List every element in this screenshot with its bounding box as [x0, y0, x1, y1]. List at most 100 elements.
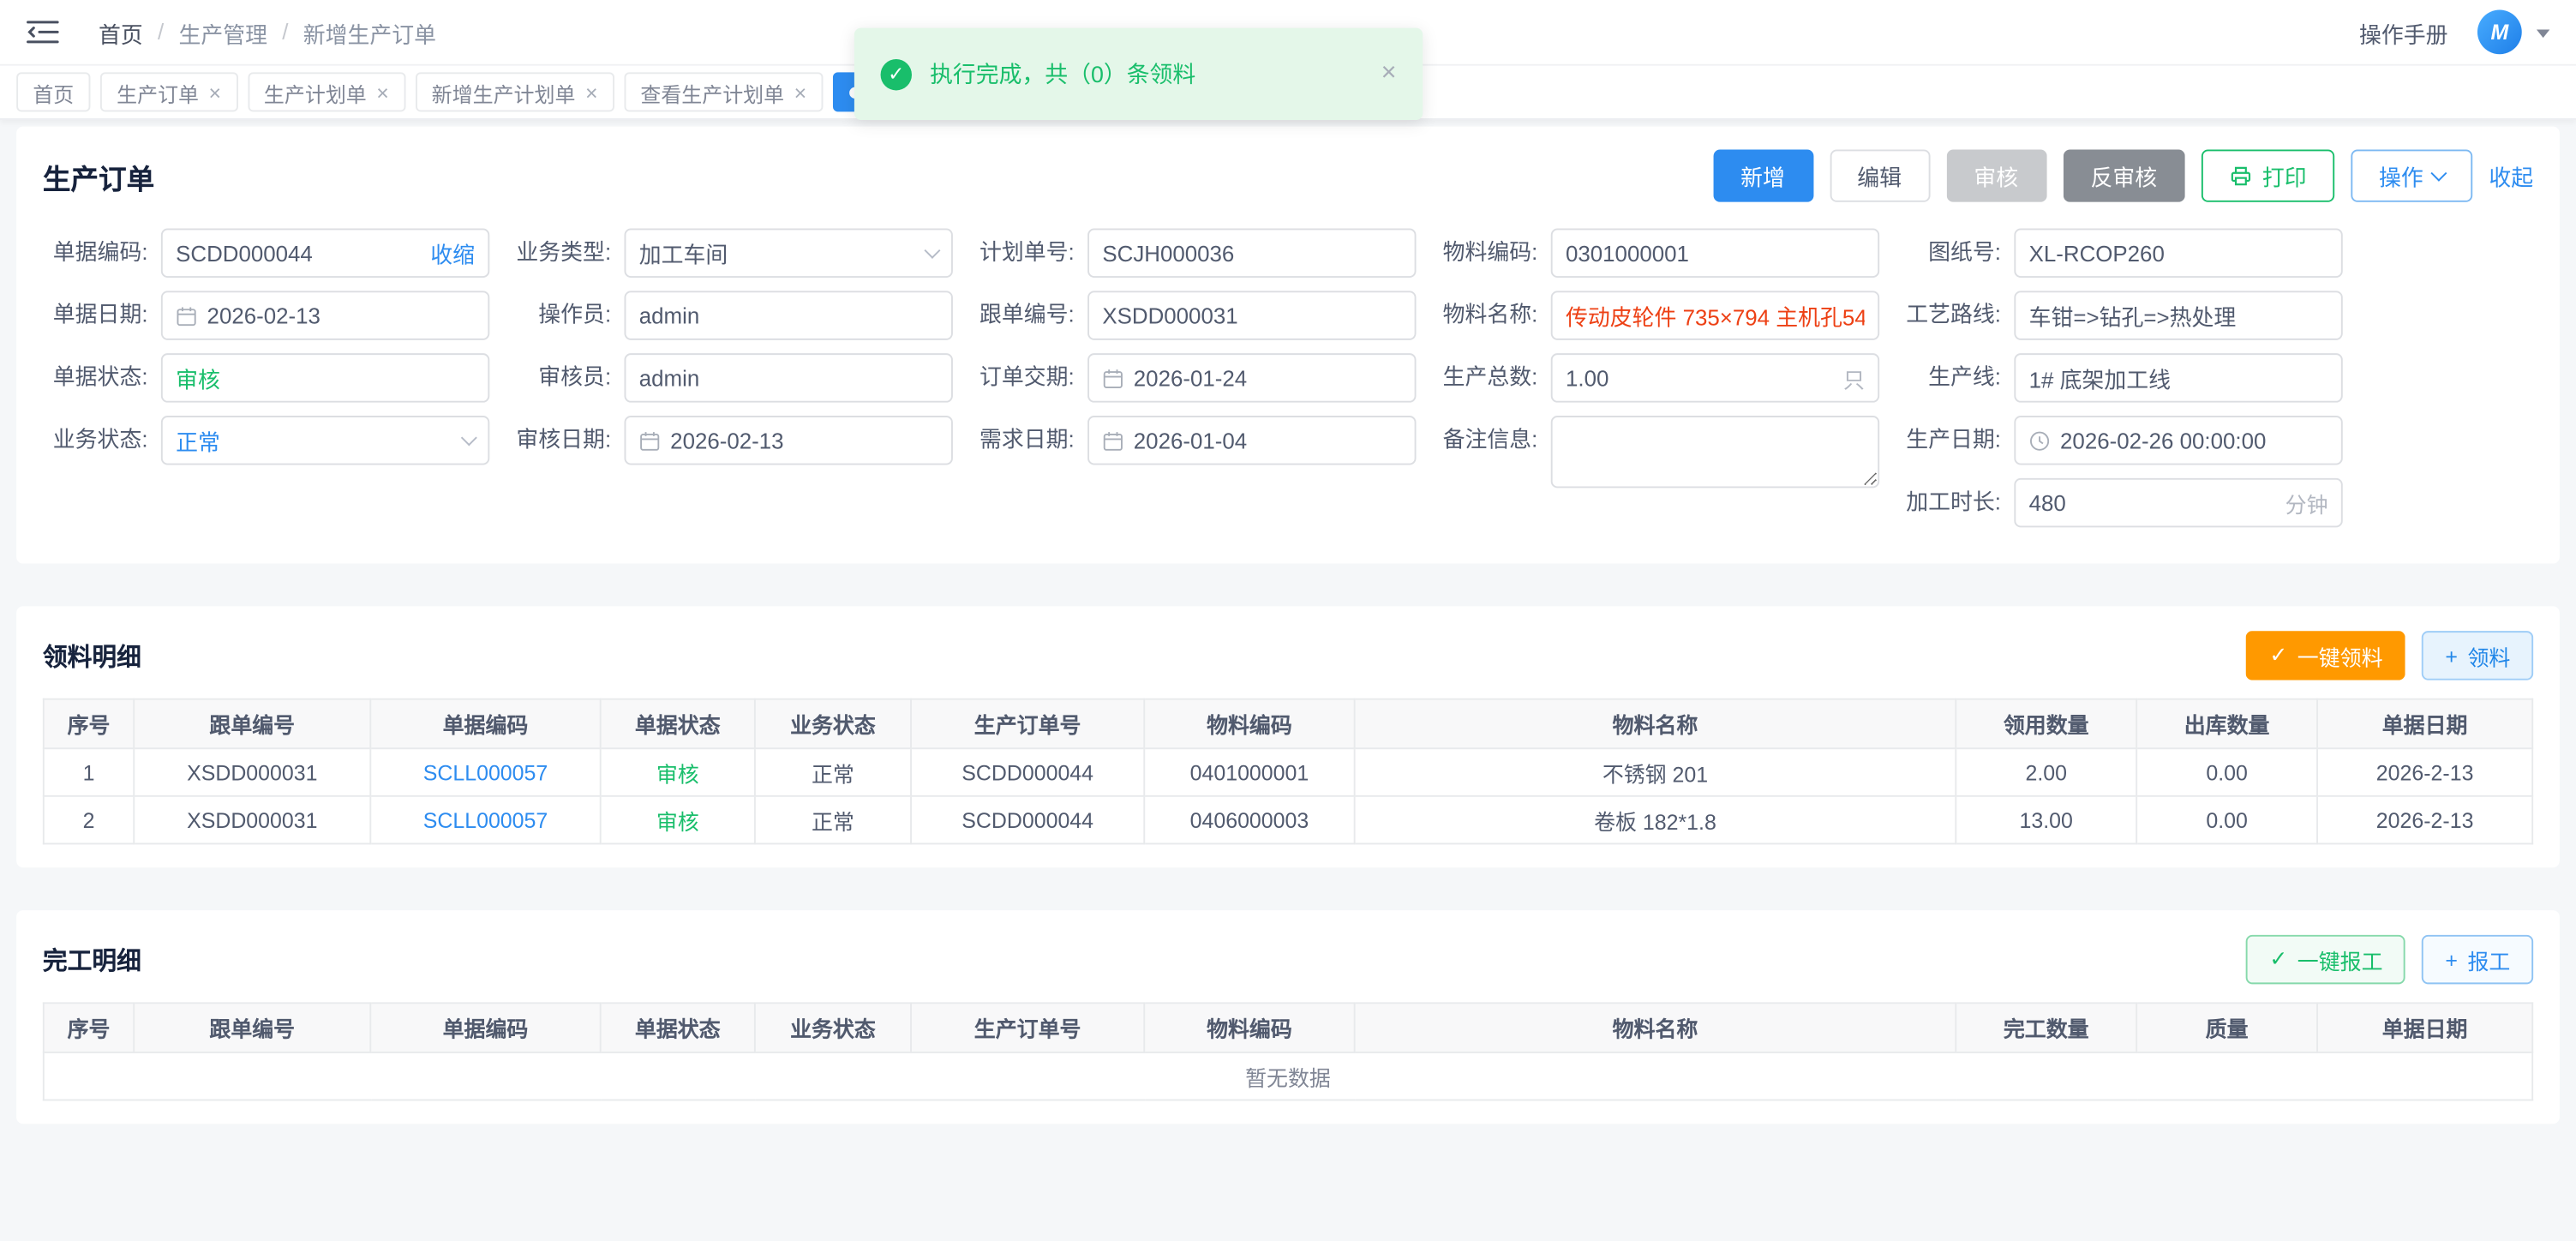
field-label: 备注信息: [1433, 416, 1551, 465]
operate-dropdown-button[interactable]: 操作 [2351, 149, 2472, 201]
field-line: 生产线: 1# 底架加工线 [1896, 353, 2342, 403]
add-button[interactable]: 新增 [1713, 149, 1813, 201]
print-button[interactable]: 打印 [2202, 149, 2334, 201]
field-label: 需求日期: [969, 416, 1087, 465]
page: 首页 / 生产管理 / 新增生产订单 操作手册 M 首页 生产订单 × 生产计划… [0, 0, 2576, 1241]
one-click-report-button[interactable]: ✓ 一键报工 [2247, 935, 2406, 985]
doc-code-input[interactable]: SCDD000044 收缩 [161, 228, 489, 278]
page-title: 生产订单 [43, 155, 154, 196]
unaudit-button[interactable]: 反审核 [2063, 149, 2185, 201]
plus-icon: + [2445, 947, 2458, 972]
table-row[interactable]: 2 XSDD000031 SCLL000057 审核 正常 SCDD000044… [44, 796, 2532, 844]
order-actions: 新增 编辑 审核 反审核 打印 操作 收起 [1713, 149, 2534, 201]
field-label: 订单交期: [969, 353, 1087, 403]
tab-close-icon[interactable]: × [585, 81, 598, 103]
completion-table: 序号 跟单编号 单据编码 单据状态 业务状态 生产订单号 物料编码 物料名称 完… [43, 1002, 2533, 1100]
field-label: 计划单号: [969, 228, 1087, 278]
column-header: 单据日期 [2317, 1003, 2532, 1052]
material-code-input[interactable]: 0301000001 [1551, 228, 1879, 278]
prod-date-picker[interactable]: 2026-02-26 00:00:00 [2014, 416, 2342, 465]
add-pick-button[interactable]: + 领料 [2423, 631, 2534, 680]
doc-code-value: SCDD000044 [176, 241, 313, 266]
one-click-pick-button[interactable]: ✓ 一键领料 [2247, 631, 2406, 680]
operator-value: admin [639, 303, 700, 328]
column-header: 单据编码 [370, 1003, 600, 1052]
avatar[interactable]: M [2477, 10, 2522, 55]
column-header: 生产订单号 [911, 699, 1144, 749]
toast-close-icon[interactable]: × [1381, 59, 1397, 89]
column-header: 单据状态 [601, 1003, 755, 1052]
tab-production-order[interactable]: 生产订单 × [100, 72, 237, 111]
calendar-icon [1102, 429, 1123, 451]
check-icon: ✓ [2269, 643, 2287, 669]
plan-no-input[interactable]: SCJH000036 [1087, 228, 1416, 278]
add-report-button[interactable]: + 报工 [2423, 935, 2534, 985]
demand-date-picker[interactable]: 2026-01-04 [1087, 416, 1416, 465]
collapse-panel-link[interactable]: 收起 [2489, 159, 2533, 192]
auditor-input[interactable]: admin [624, 353, 952, 403]
field-label: 加工时长: [1896, 478, 2014, 528]
tab-label: 首页 [33, 76, 74, 107]
route-input[interactable]: 车钳=>钻孔=>热处理 [2014, 291, 2342, 340]
tab-new-production-plan[interactable]: 新增生产计划单 × [416, 72, 614, 111]
edit-button[interactable]: 编辑 [1830, 149, 1930, 201]
calendar-icon [639, 429, 661, 451]
doc-code-link[interactable]: SCLL000057 [423, 760, 548, 785]
demand-date-value: 2026-01-04 [1134, 428, 1247, 453]
manual-link[interactable]: 操作手册 [2359, 15, 2448, 48]
duration-input[interactable]: 480 分钟 [2014, 478, 2342, 528]
tab-production-plan[interactable]: 生产计划单 × [248, 72, 405, 111]
tab-label: 新增生产计划单 [432, 76, 576, 107]
print-label: 打印 [2262, 159, 2307, 192]
collapse-sidebar-icon[interactable] [27, 17, 63, 47]
tab-close-icon[interactable]: × [376, 81, 389, 103]
breadcrumb-current: 新增生产订单 [303, 15, 436, 48]
tab-home[interactable]: 首页 [16, 72, 90, 111]
line-input[interactable]: 1# 底架加工线 [2014, 353, 2342, 403]
biz-status-select[interactable]: 正常 [161, 416, 489, 465]
breadcrumb-separator: / [282, 20, 288, 45]
table-cell: SCLL000057 [370, 796, 600, 844]
field-label: 业务状态: [43, 416, 161, 465]
audit-button[interactable]: 审核 [1946, 149, 2046, 201]
table-cell: SCLL000057 [370, 748, 600, 796]
total-qty-input[interactable]: 1.00 只 [1551, 353, 1879, 403]
chevron-down-icon [924, 242, 940, 258]
tab-view-production-plan[interactable]: 查看生产计划单 × [624, 72, 823, 111]
doc-date-picker[interactable]: 2026-02-13 [161, 291, 489, 340]
tab-close-icon[interactable]: × [209, 81, 222, 103]
material-name-input[interactable]: 传动皮轮件 735×794 主机孔54 [1551, 291, 1879, 340]
field-label: 单据编码: [43, 228, 161, 278]
picking-title: 领料明细 [43, 638, 141, 673]
doc-status-input[interactable]: 审核 [161, 353, 489, 403]
biz-status-value: 正常 [176, 424, 220, 457]
field-material-name: 物料名称: 传动皮轮件 735×794 主机孔54 [1433, 291, 1879, 340]
avatar-dropdown-caret-icon[interactable] [2537, 29, 2549, 44]
table-row[interactable]: 1 XSDD000031 SCLL000057 审核 正常 SCDD000044… [44, 748, 2532, 796]
tab-close-icon[interactable]: × [794, 81, 807, 103]
calendar-icon [176, 305, 197, 327]
unit-suffix: 只 [1843, 363, 1865, 393]
remark-textarea[interactable] [1551, 416, 1879, 488]
route-value: 车钳=>钻孔=>热处理 [2029, 299, 2237, 332]
operator-input[interactable]: admin [624, 291, 952, 340]
header-right: 操作手册 M [2359, 10, 2549, 55]
delivery-date-picker[interactable]: 2026-01-24 [1087, 353, 1416, 403]
field-follow-no: 跟单编号: XSDD000031 [969, 291, 1416, 340]
breadcrumb-production-mgmt[interactable]: 生产管理 [179, 15, 268, 48]
follow-no-input[interactable]: XSDD000031 [1087, 291, 1416, 340]
table-cell: 2026-2-13 [2317, 796, 2532, 844]
field-operator: 操作员: admin [506, 291, 952, 340]
doc-code-link[interactable]: SCLL000057 [423, 807, 548, 832]
shrink-link[interactable]: 收缩 [430, 237, 475, 269]
audit-date-picker[interactable]: 2026-02-13 [624, 416, 952, 465]
breadcrumb-home[interactable]: 首页 [99, 15, 143, 48]
drawing-no-input[interactable]: XL-RCOP260 [2014, 228, 2342, 278]
column-header: 完工数量 [1956, 1003, 2136, 1052]
column-header: 生产订单号 [911, 1003, 1144, 1052]
biz-type-select[interactable]: 加工车间 [624, 228, 952, 278]
table-cell: 卷板 182*1.8 [1355, 796, 1956, 844]
column-header: 物料编码 [1144, 699, 1354, 749]
doc-status-value: 审核 [176, 362, 220, 394]
table-cell: 0.00 [2136, 748, 2317, 796]
